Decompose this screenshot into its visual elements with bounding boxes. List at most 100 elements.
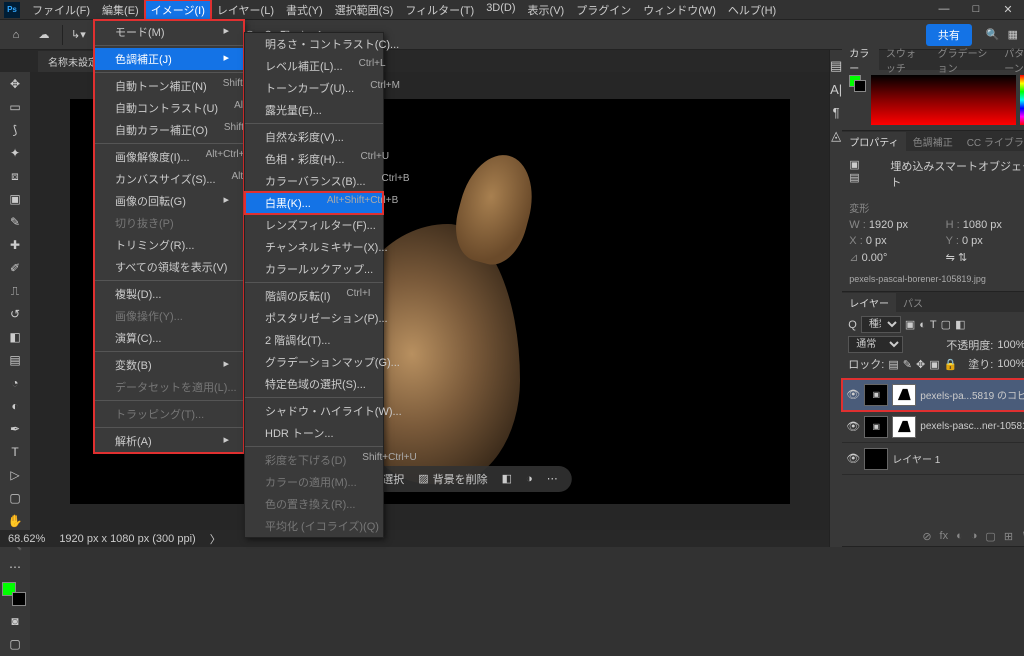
taskbar-more-1[interactable]: ◧ — [502, 472, 512, 485]
group-icon[interactable]: ▢ — [985, 530, 995, 543]
menuitem-演算(C)...[interactable]: 演算(C)... — [95, 327, 243, 349]
frame-tool[interactable]: ▣ — [1, 188, 29, 210]
menuitem-明るさ・コントラスト(C)...[interactable]: 明るさ・コントラスト(C)... — [245, 33, 383, 55]
tab-properties[interactable]: プロパティ — [842, 132, 905, 151]
menuitem-グラデーションマップ(G)...[interactable]: グラデーションマップ(G)... — [245, 351, 383, 373]
hue-slider[interactable] — [1020, 75, 1024, 125]
menu-選択範囲(S)[interactable]: 選択範囲(S) — [329, 0, 400, 20]
status-chevron[interactable]: 〉 — [210, 531, 221, 547]
hand-tool[interactable]: ✋ — [1, 510, 29, 532]
menu-フィルター(T)[interactable]: フィルター(T) — [399, 0, 480, 20]
home-icon[interactable]: ⌂ — [6, 25, 26, 45]
menuitem-露光量(E)...[interactable]: 露光量(E)... — [245, 99, 383, 121]
screenmode-tool[interactable]: ▢ — [1, 633, 29, 655]
history-brush-tool[interactable]: ↺ — [1, 303, 29, 325]
width-value[interactable]: 1920 px — [869, 219, 908, 231]
menuitem-2 階調化(T)...[interactable]: 2 階調化(T)... — [245, 329, 383, 351]
new-layer-icon[interactable]: ⊞ — [1004, 530, 1013, 543]
close-button[interactable]: ✕ — [992, 1, 1024, 18]
menuitem-チャンネルミキサー(X)...[interactable]: チャンネルミキサー(X)... — [245, 236, 383, 258]
menuitem-白黒(K)...[interactable]: 白黒(K)...Alt+Shift+Ctrl+B — [245, 192, 383, 214]
edit-toolbar[interactable]: ⋯ — [1, 556, 29, 578]
filter-icon-4[interactable]: ▢ — [941, 318, 951, 331]
maximize-button[interactable]: □ — [960, 1, 992, 18]
link-layers-icon[interactable]: ⊘ — [922, 530, 931, 543]
taskbar-menu[interactable]: ⋯ — [547, 472, 558, 485]
wand-tool[interactable]: ✦ — [1, 142, 29, 164]
layer-row[interactable]: 👁▣pexels-pasc...ner-105819 — [842, 411, 1024, 443]
strip-icon-3[interactable]: ¶ — [833, 105, 840, 120]
visibility-icon[interactable]: 👁 — [846, 388, 860, 401]
lock-icon-4[interactable]: ▣ — [929, 358, 939, 371]
zoom-level[interactable]: 68.62% — [8, 533, 45, 545]
menuitem-自動コントラスト(U)[interactable]: 自動コントラスト(U)Alt+Shift+Ctrl+L — [95, 97, 243, 119]
menuitem-色相・彩度(H)...[interactable]: 色相・彩度(H)...Ctrl+U — [245, 148, 383, 170]
tab-gradients[interactable]: グラデーション — [931, 43, 998, 77]
filter-icon-3[interactable]: T — [930, 319, 937, 331]
menuitem-自動トーン補正(N)[interactable]: 自動トーン補正(N)Shift+Ctrl+L — [95, 75, 243, 97]
panel-color-swatch[interactable] — [849, 75, 867, 93]
shape-tool[interactable]: ▢ — [1, 487, 29, 509]
y-value[interactable]: 0 px — [962, 235, 983, 247]
blur-tool[interactable]: ◔ — [1, 372, 29, 394]
tab-color[interactable]: カラー — [842, 43, 879, 77]
lasso-tool[interactable]: ⟆ — [1, 119, 29, 141]
tab-layers[interactable]: レイヤー — [842, 293, 896, 312]
menuitem-ポスタリゼーション(P)...[interactable]: ポスタリゼーション(P)... — [245, 307, 383, 329]
opacity-value[interactable]: 100% — [997, 339, 1024, 351]
layer-row[interactable]: 👁レイヤー 1 — [842, 443, 1024, 475]
dodge-tool[interactable]: ◐ — [1, 395, 29, 417]
strip-icon-4[interactable]: ◬ — [831, 128, 841, 144]
menuitem-レベル補正(L)...[interactable]: レベル補正(L)...Ctrl+L — [245, 55, 383, 77]
visibility-icon[interactable]: 👁 — [846, 420, 860, 433]
menuitem-すべての領域を表示(V)[interactable]: すべての領域を表示(V) — [95, 256, 243, 278]
tab-paths[interactable]: パス — [896, 293, 930, 312]
menuitem-変数(B)[interactable]: 変数(B) — [95, 354, 243, 376]
menu-ファイル(F)[interactable]: ファイル(F) — [26, 0, 96, 20]
move-tool[interactable]: ✥ — [1, 73, 29, 95]
menuitem-階調の反転(I)[interactable]: 階調の反転(I)Ctrl+I — [245, 285, 383, 307]
mask-icon[interactable]: ◐ — [956, 530, 963, 542]
menu-ウィンドウ(W)[interactable]: ウィンドウ(W) — [637, 0, 722, 20]
color-field[interactable] — [871, 75, 1016, 125]
lock-icon-5[interactable]: 🔒 — [944, 358, 958, 371]
stamp-tool[interactable]: ⎍ — [1, 280, 29, 302]
menuitem-解析(A)[interactable]: 解析(A) — [95, 430, 243, 452]
adjustment-icon[interactable]: ◑ — [971, 530, 978, 542]
menu-表示(V)[interactable]: 表示(V) — [522, 0, 571, 20]
menuitem-レンズフィルター(F)...[interactable]: レンズフィルター(F)... — [245, 214, 383, 236]
filter-icon-1[interactable]: ▣ — [905, 318, 915, 331]
strip-icon-2[interactable]: A| — [830, 82, 842, 97]
taskbar-more-2[interactable]: ◑ — [526, 473, 533, 485]
menuitem-カラールックアップ...[interactable]: カラールックアップ... — [245, 258, 383, 280]
flip-h-icon[interactable]: ⇋ — [946, 252, 955, 264]
menu-イメージ(I)[interactable]: イメージ(I) — [145, 0, 211, 20]
lock-icon-1[interactable]: ▤ — [888, 358, 898, 371]
blend-mode-select[interactable]: 通常 — [848, 336, 903, 353]
gradient-tool[interactable]: ▤ — [1, 349, 29, 371]
menu-書式(Y)[interactable]: 書式(Y) — [280, 0, 329, 20]
menu-3D(D)[interactable]: 3D(D) — [480, 0, 521, 20]
angle-value[interactable]: 0.00° — [862, 252, 888, 264]
menu-プラグイン[interactable]: プラグイン — [570, 0, 637, 20]
visibility-icon[interactable]: 👁 — [846, 452, 860, 465]
remove-bg-button[interactable]: ▨背景を削除 — [418, 471, 487, 487]
menuitem-カラーバランス(B)...[interactable]: カラーバランス(B)...Ctrl+B — [245, 170, 383, 192]
menuitem-トリミング(R)...[interactable]: トリミング(R)... — [95, 234, 243, 256]
eyedropper-tool[interactable]: ✎ — [1, 211, 29, 233]
search-icon[interactable]: 🔍 — [986, 28, 1000, 41]
tab-patterns[interactable]: パターン — [997, 43, 1024, 77]
menuitem-自然な彩度(V)...[interactable]: 自然な彩度(V)... — [245, 126, 383, 148]
menuitem-画像の回転(G)[interactable]: 画像の回転(G) — [95, 190, 243, 212]
menuitem-特定色域の選択(S)...[interactable]: 特定色域の選択(S)... — [245, 373, 383, 395]
fill-value[interactable]: 100% — [997, 358, 1024, 370]
type-tool[interactable]: T — [1, 441, 29, 463]
crop-tool[interactable]: ⧈ — [1, 165, 29, 187]
color-swatch[interactable] — [2, 582, 26, 606]
menu-レイヤー(L)[interactable]: レイヤー(L) — [211, 0, 280, 20]
menuitem-色調補正(J)[interactable]: 色調補正(J) — [95, 48, 243, 70]
path-tool[interactable]: ▷ — [1, 464, 29, 486]
menuitem-シャドウ・ハイライト(W)...[interactable]: シャドウ・ハイライト(W)... — [245, 400, 383, 422]
menu-ヘルプ(H)[interactable]: ヘルプ(H) — [722, 0, 782, 20]
tab-swatches[interactable]: スウォッチ — [879, 43, 931, 77]
